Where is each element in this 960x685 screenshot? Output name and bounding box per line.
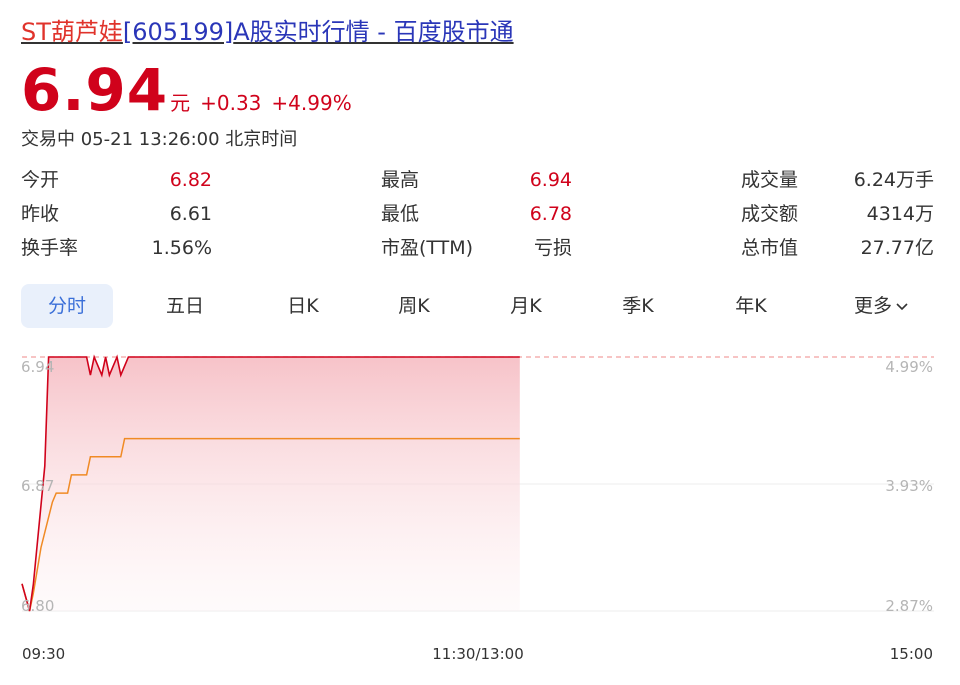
price-unit: 元: [170, 91, 191, 115]
stat-prev-close: 昨收 6.61: [21, 200, 212, 228]
price-change-pct: +4.99%: [271, 91, 352, 115]
tab-quarterly-k[interactable]: 季K: [592, 284, 684, 328]
tab-monthly-k[interactable]: 月K: [480, 284, 572, 328]
page-title[interactable]: ST葫芦娃[605199]A股实时行情 - 百度股市通: [21, 14, 514, 50]
stat-value: 6.24万手: [853, 169, 934, 191]
period-tabs: 分时 五日 日K 周K 月K 季K 年K 更多: [21, 284, 934, 328]
stat-low: 最低 6.78: [381, 200, 572, 228]
tab-weekly-k[interactable]: 周K: [368, 284, 460, 328]
stat-label: 成交额: [741, 203, 799, 225]
y-tick-label: 6.80: [21, 597, 54, 615]
stat-volume: 成交量 6.24万手: [741, 166, 934, 194]
stat-open: 今开 6.82: [21, 166, 212, 194]
stat-label: 最低: [381, 203, 420, 225]
stat-value: 6.94: [529, 169, 572, 191]
tab-yearly-k[interactable]: 年K: [705, 284, 797, 328]
intraday-chart-svg: 6.94 6.87 6.80 4.99% 3.93% 2.87% 09:30 11:30/13…: [21, 354, 934, 663]
stat-label: 昨收: [21, 203, 60, 225]
stat-label: 最高: [381, 169, 420, 191]
stock-name: ST葫芦娃: [21, 18, 123, 46]
stat-value: 6.78: [529, 203, 572, 225]
price-change: +0.33: [200, 91, 262, 115]
y-tick-label-right: 2.87%: [885, 597, 933, 615]
y-tick-label-right: 3.93%: [885, 477, 933, 495]
tab-five-day[interactable]: 五日: [139, 284, 231, 328]
y-tick-label: 6.94: [21, 358, 54, 376]
tab-intraday[interactable]: 分时: [21, 284, 113, 328]
chevron-down-icon: [896, 303, 908, 311]
stat-value: 1.56%: [151, 237, 212, 259]
x-tick-label: 11:30/13:00: [432, 645, 524, 663]
stat-label: 成交量: [741, 169, 799, 191]
stat-value: 4314万: [866, 203, 934, 225]
stat-value: 亏损: [533, 237, 572, 259]
stat-turnover-amount: 成交额 4314万: [741, 200, 934, 228]
tab-more[interactable]: 更多: [829, 284, 934, 328]
y-tick-label-right: 4.99%: [885, 358, 933, 376]
stat-value: 6.82: [169, 169, 212, 191]
title-rest: A股实时行情 - 百度股市通: [233, 18, 514, 46]
stat-pe-ttm: 市盈(TTM) 亏损: [381, 234, 572, 262]
x-tick-label: 15:00: [890, 645, 933, 663]
stat-high: 最高 6.94: [381, 166, 572, 194]
stat-value: 27.77亿: [860, 237, 934, 259]
tab-daily-k[interactable]: 日K: [257, 284, 349, 328]
stat-label: 换手率: [21, 237, 79, 259]
stat-label: 总市值: [741, 237, 799, 259]
intraday-chart[interactable]: 6.94 6.87 6.80 4.99% 3.93% 2.87% 09:30 11:30/13…: [0, 340, 960, 681]
stat-value: 6.61: [169, 203, 212, 225]
price-area: [22, 357, 520, 611]
stock-code: [605199]: [122, 18, 234, 46]
trading-status: 交易中 05-21 13:26:00 北京时间: [21, 129, 298, 150]
stat-market-cap: 总市值 27.77亿: [741, 234, 934, 262]
stats-grid: 今开 6.82 最高 6.94 成交量 6.24万手 昨收 6.61 最低 6.…: [21, 166, 934, 266]
tab-more-label: 更多: [853, 295, 892, 317]
y-tick-label: 6.87: [21, 477, 54, 495]
price-row: 6.94 元 +0.33 +4.99%: [21, 58, 352, 122]
x-tick-label: 09:30: [22, 645, 65, 663]
current-price: 6.94: [21, 56, 169, 124]
stat-label: 市盈(TTM): [381, 237, 474, 259]
stat-label: 今开: [21, 169, 60, 191]
stat-turnover-rate: 换手率 1.56%: [21, 234, 212, 262]
